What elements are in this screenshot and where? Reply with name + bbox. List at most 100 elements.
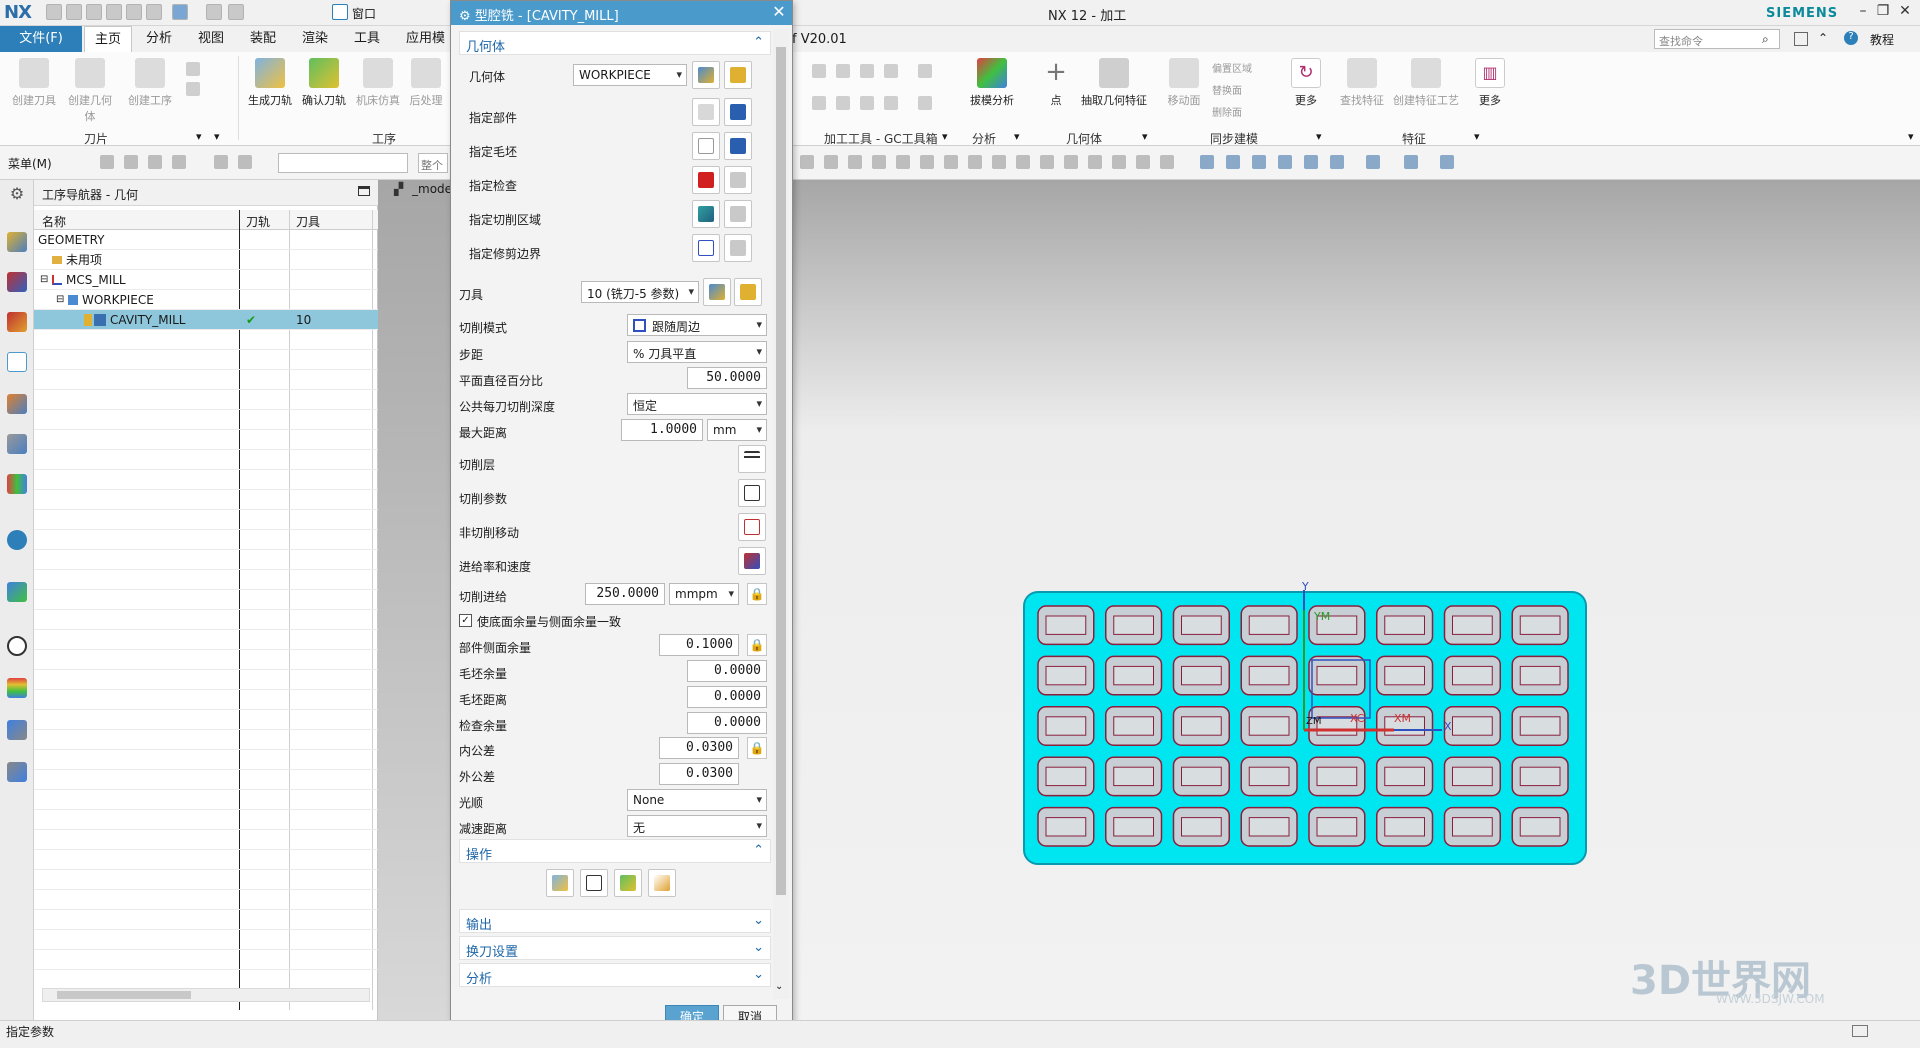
generate-button[interactable] bbox=[546, 869, 574, 897]
cut-pattern-select[interactable]: 跟随周边 bbox=[627, 314, 767, 336]
gc-tool-icon[interactable] bbox=[836, 64, 850, 78]
max-distance-unit-select[interactable]: mm bbox=[707, 419, 767, 441]
cut-feed-unit-select[interactable]: mmpm bbox=[669, 583, 739, 605]
create-tool-button[interactable]: 创建刀具 bbox=[8, 58, 60, 108]
rotate-icon[interactable] bbox=[1252, 155, 1266, 169]
same-stock-checkbox[interactable]: ✓ bbox=[459, 614, 472, 627]
close-icon[interactable]: ✕ bbox=[1894, 3, 1916, 23]
actions-section-header[interactable]: 操作 ⌃ bbox=[459, 839, 771, 863]
part-side-stock-input[interactable]: 0.1000 bbox=[659, 634, 739, 656]
table-row[interactable]: CAVITY_MILL ✔ 10 bbox=[34, 310, 378, 330]
history-icon[interactable] bbox=[7, 636, 27, 656]
view-icon[interactable] bbox=[1330, 155, 1344, 169]
tutorial-link[interactable]: 教程 bbox=[1870, 31, 1894, 48]
group-expand-icon[interactable]: ▾ bbox=[942, 130, 948, 143]
cut-icon[interactable] bbox=[106, 4, 122, 20]
small-tool-icon[interactable] bbox=[186, 82, 200, 96]
scope-filter-select[interactable]: 整个 bbox=[418, 153, 448, 173]
snap-icon[interactable] bbox=[1160, 155, 1174, 169]
search-icon[interactable]: ⌕ bbox=[1762, 32, 1769, 47]
replace-face-button[interactable]: 替换面 bbox=[1212, 82, 1242, 97]
machine-simulation-button[interactable]: 机床仿真 bbox=[352, 58, 404, 108]
info-icon[interactable] bbox=[7, 530, 27, 550]
stepover-select[interactable]: % 刀具平直 bbox=[627, 341, 767, 363]
machine-tool-navigator-icon[interactable] bbox=[7, 394, 27, 414]
redo-icon[interactable] bbox=[86, 4, 102, 20]
navigator-horizontal-scrollbar[interactable] bbox=[42, 988, 370, 1002]
pointer-icon[interactable] bbox=[206, 4, 222, 20]
show-cut-area-button[interactable] bbox=[724, 200, 752, 228]
smoothing-select[interactable]: None bbox=[627, 789, 767, 811]
offset-region-button[interactable]: 偏置区域 bbox=[1212, 60, 1252, 75]
snap-icon[interactable] bbox=[920, 155, 934, 169]
snap-icon[interactable] bbox=[1136, 155, 1150, 169]
orient-view-icon[interactable] bbox=[1404, 155, 1418, 169]
snap-icon[interactable] bbox=[1088, 155, 1102, 169]
constraint-navigator-icon[interactable] bbox=[7, 272, 27, 292]
extract-geometry-button[interactable]: 抽取几何特征 bbox=[1074, 58, 1154, 108]
gc-tool-icon[interactable] bbox=[812, 96, 826, 110]
layout-icon[interactable] bbox=[1794, 32, 1808, 46]
gc-tool-icon[interactable] bbox=[836, 96, 850, 110]
scrollbar-thumb[interactable] bbox=[776, 47, 786, 895]
cut-parameters-button[interactable] bbox=[738, 479, 766, 507]
toolbar-icon[interactable] bbox=[172, 155, 186, 169]
operation-navigator-icon[interactable] bbox=[7, 352, 27, 372]
intol-input[interactable]: 0.0300 bbox=[659, 737, 739, 759]
status-window-icon[interactable] bbox=[1852, 1025, 1868, 1037]
geometry-select[interactable]: WORKPIECE bbox=[573, 64, 687, 86]
group-expand-icon[interactable]: ▾ bbox=[1014, 130, 1020, 143]
feeds-speeds-button[interactable] bbox=[738, 547, 766, 575]
show-part-button[interactable] bbox=[724, 98, 752, 126]
move-face-button[interactable]: 移动面 bbox=[1158, 58, 1210, 108]
model-tab[interactable]: ▞ _mode bbox=[384, 180, 454, 200]
snap-icon[interactable] bbox=[800, 155, 814, 169]
edit-geometry-button[interactable] bbox=[724, 61, 752, 89]
output-section-header[interactable]: 输出 ⌄ bbox=[459, 909, 771, 933]
tab-home[interactable]: 主页 bbox=[84, 26, 133, 52]
cavity-plate-model[interactable] bbox=[1022, 590, 1588, 866]
scrollbar-thumb[interactable] bbox=[57, 991, 191, 999]
gc-tool-icon[interactable] bbox=[860, 64, 874, 78]
show-blank-button[interactable] bbox=[724, 132, 752, 160]
show-check-button[interactable] bbox=[724, 166, 752, 194]
flat-diameter-percent-input[interactable]: 50.0000 bbox=[687, 367, 767, 389]
blank-stock-input[interactable]: 0.0000 bbox=[687, 660, 767, 682]
slowdown-distance-select[interactable]: 无 bbox=[627, 815, 767, 837]
tab-assembly[interactable]: 装配 bbox=[240, 26, 286, 52]
create-geometry-button[interactable]: 创建几何体 bbox=[64, 58, 116, 124]
column-name[interactable]: 名称 bbox=[42, 213, 66, 230]
column-tool[interactable]: 刀具 bbox=[296, 213, 320, 230]
group-expand-icon[interactable]: ▾ bbox=[1316, 130, 1322, 143]
edit-tool-button[interactable] bbox=[734, 278, 762, 306]
column-path[interactable]: 刀轨 bbox=[246, 213, 270, 230]
process-studio-icon[interactable] bbox=[7, 720, 27, 740]
dialog-vertical-scrollbar[interactable]: ⌄ bbox=[773, 29, 789, 999]
window-switch-icon[interactable] bbox=[228, 4, 244, 20]
specify-cut-area-button[interactable] bbox=[692, 200, 720, 228]
group-expand-icon[interactable]: ▾ bbox=[214, 130, 220, 143]
replay-button[interactable] bbox=[580, 869, 608, 897]
snap-icon[interactable] bbox=[848, 155, 862, 169]
view-icon[interactable] bbox=[1226, 155, 1240, 169]
table-row[interactable]: 未用项 bbox=[34, 250, 378, 270]
outtol-input[interactable]: 0.0300 bbox=[659, 763, 739, 785]
copy-icon[interactable] bbox=[126, 4, 142, 20]
file-menu-button[interactable]: 文件(F) bbox=[0, 26, 82, 52]
toolbar-icon[interactable] bbox=[148, 155, 162, 169]
verify-button[interactable] bbox=[614, 869, 642, 897]
snap-icon[interactable] bbox=[1040, 155, 1054, 169]
gc-tool-icon[interactable] bbox=[918, 64, 932, 78]
save-icon[interactable] bbox=[46, 4, 62, 20]
restore-icon[interactable]: ❐ bbox=[1872, 3, 1894, 23]
create-operation-button[interactable]: 创建工序 bbox=[124, 58, 176, 108]
tool-change-section-header[interactable]: 换刀设置 ⌄ bbox=[459, 936, 771, 960]
snap-icon[interactable] bbox=[992, 155, 1006, 169]
lock-icon[interactable]: 🔒 bbox=[747, 737, 767, 759]
verify-toolpath-button[interactable]: 确认刀轨 bbox=[298, 58, 350, 108]
gc-tool-icon[interactable] bbox=[884, 96, 898, 110]
close-icon[interactable]: ✕ bbox=[769, 2, 789, 22]
part-icon[interactable] bbox=[172, 4, 188, 20]
table-row[interactable]: GEOMETRY bbox=[34, 230, 378, 250]
snap-icon[interactable] bbox=[1112, 155, 1126, 169]
